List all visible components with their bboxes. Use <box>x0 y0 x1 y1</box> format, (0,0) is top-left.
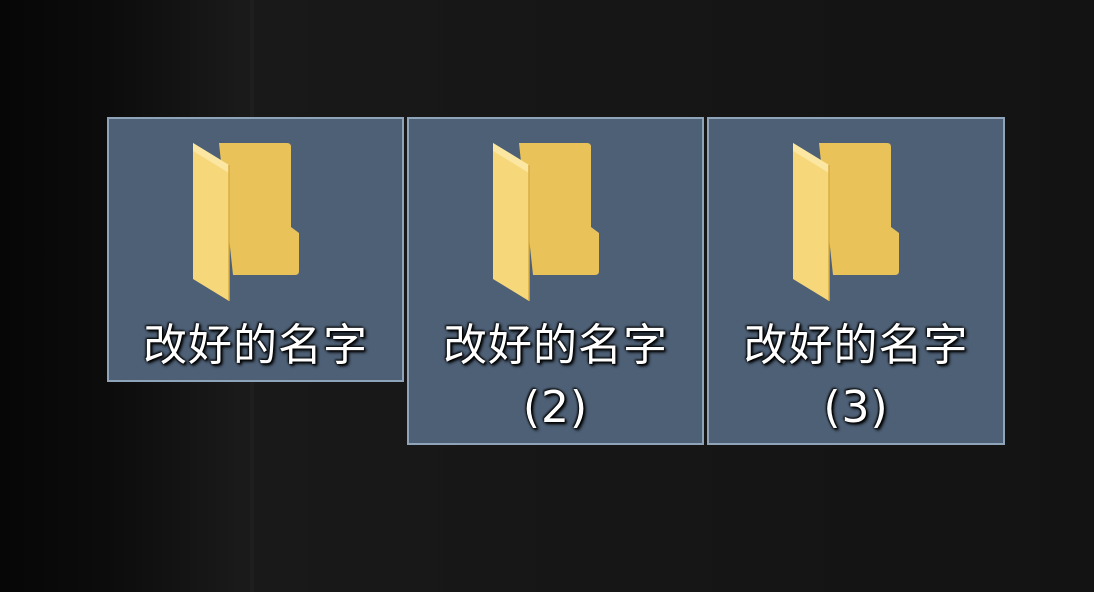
folder-icon <box>789 137 909 307</box>
folder-icon <box>189 137 309 307</box>
desktop-background: 改好的名字 改好的名字 (2) 改好的名字 (3) <box>0 0 1094 592</box>
folder-name-label: 改好的名字 <box>143 320 368 371</box>
desktop-folder-item-3[interactable]: 改好的名字 (3) <box>707 117 1005 445</box>
folder-name-label: 改好的名字 (3) <box>743 320 969 433</box>
folder-name-label: 改好的名字 (2) <box>443 320 668 433</box>
desktop-folder-item-2[interactable]: 改好的名字 (2) <box>407 117 704 445</box>
desktop-folder-item-1[interactable]: 改好的名字 <box>107 117 404 382</box>
folder-icon <box>489 137 609 307</box>
